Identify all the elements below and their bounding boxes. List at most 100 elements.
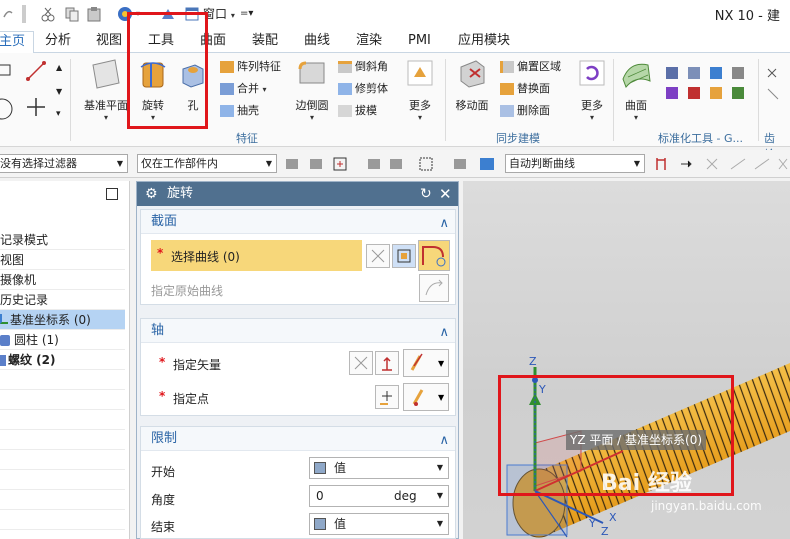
scroll-down-icon[interactable]: ▼ — [56, 87, 62, 96]
draft-label: 拔模 — [355, 104, 377, 117]
surface-button[interactable]: 曲面 ▾ — [618, 57, 654, 122]
point-dialog-button[interactable] — [375, 385, 399, 409]
nav-item-thread[interactable]: 螺纹 (2) — [0, 350, 125, 370]
paste-icon[interactable] — [86, 5, 102, 23]
curve-rule-select[interactable]: 自动判断曲线 ▼ — [505, 154, 645, 173]
draft-button[interactable]: 拔模 — [338, 101, 377, 121]
axis-z-label: Z — [601, 525, 609, 538]
tab-home[interactable]: 主页 — [0, 31, 34, 53]
dialog-title-bar[interactable]: ⚙ 旋转 ↻ ✕ — [137, 182, 458, 206]
shell-label: 抽壳 — [237, 104, 259, 117]
section-limits-title: 限制 — [151, 431, 178, 446]
reverse-direction-button[interactable] — [349, 351, 373, 375]
graphics-window[interactable]: Z Y X Y Z YZ 平面 / 基准坐标系(0) Bai 经验 jingya… — [463, 181, 790, 539]
line-icon[interactable] — [26, 61, 46, 81]
tab-render[interactable]: 渲染 — [356, 31, 382, 53]
copy-icon[interactable] — [64, 5, 80, 23]
snap-point-toolbar[interactable] — [284, 156, 498, 172]
curve-options-toolbar[interactable] — [655, 156, 790, 172]
collapse-icon[interactable]: ∧ — [439, 429, 449, 453]
axis-y-label: Y — [589, 517, 596, 530]
datum-csys-icon — [0, 314, 8, 324]
nav-item-label: 视图 — [0, 253, 25, 267]
datum-plane-button[interactable]: 基准平面 ▾ — [80, 57, 132, 122]
collapse-icon[interactable]: ∧ — [439, 212, 449, 236]
nav-item-cylinder[interactable]: 圆柱 (1) — [0, 330, 125, 350]
circle-icon[interactable] — [0, 97, 14, 121]
pattern-feature-button[interactable]: 阵列特征 — [220, 57, 281, 77]
chamfer-button[interactable]: 倒斜角 — [338, 57, 388, 77]
point-icon[interactable] — [26, 97, 46, 117]
edge-blend-button[interactable]: 边倒圆 ▾ — [290, 57, 334, 122]
section-axis-header[interactable]: 轴 ∧ — [141, 319, 455, 343]
trim-body-button[interactable]: 修剪体 — [338, 79, 388, 99]
tab-curve[interactable]: 曲线 — [304, 31, 330, 53]
revolve-highlight-box — [127, 12, 208, 129]
collapse-icon[interactable]: ∧ — [439, 321, 449, 345]
nav-item-record-mode[interactable]: 记录模式 — [0, 230, 125, 250]
specify-origin-curve-label: 指定原始曲线 — [151, 284, 224, 298]
scroll-up-icon[interactable]: ▲ — [56, 63, 62, 72]
rectangle-icon[interactable] — [0, 63, 12, 77]
tab-assembly[interactable]: 装配 — [252, 31, 278, 53]
nav-item-datum-csys[interactable]: 基准坐标系 (0) — [0, 310, 125, 330]
chevron-down-icon: ▼ — [436, 463, 443, 472]
nav-empty-row — [0, 390, 125, 410]
chevron-down-icon: ▼ — [633, 159, 640, 168]
more-sync-icon — [577, 57, 607, 91]
delete-face-button[interactable]: 删除面 — [500, 101, 550, 121]
vector-dialog-button[interactable] — [375, 351, 399, 375]
curve-rule-value: 自动判断曲线 — [509, 157, 575, 170]
select-curve-row[interactable]: * 选择曲线 (0) — [151, 240, 362, 271]
nav-item-view[interactable]: 视图 — [0, 250, 125, 270]
specify-point-label: 指定点 — [173, 392, 210, 406]
datum-plane-icon — [89, 57, 123, 91]
sketch-section-button[interactable] — [392, 244, 416, 268]
more-feature-button[interactable]: 更多 ▾ — [400, 57, 440, 122]
curve-icon-button[interactable] — [418, 240, 450, 271]
origin-curve-button[interactable] — [419, 274, 449, 302]
unite-button[interactable]: 合并 ▾ — [220, 79, 267, 99]
customize-qat-icon[interactable]: =▾ — [240, 5, 253, 23]
expand-gallery-icon[interactable]: ▾ — [56, 109, 61, 119]
replace-face-label: 替换面 — [517, 82, 550, 95]
close-icon[interactable]: ✕ — [439, 182, 452, 206]
type-filter-select[interactable]: 没有选择过滤器 ▼ — [0, 154, 128, 173]
trim-body-label: 修剪体 — [355, 82, 388, 95]
start-option-select[interactable]: 值 ▼ — [309, 457, 449, 479]
app-title: NX 10 - 建 — [714, 9, 780, 24]
svg-text:▼: ▼ — [438, 359, 445, 368]
tab-applications[interactable]: 应用模块 — [458, 31, 510, 53]
gear-tools-gallery[interactable] — [764, 63, 790, 123]
edge-blend-icon — [296, 57, 328, 91]
tab-pmi[interactable]: PMI — [408, 31, 431, 53]
ribbon-tab-bar: 主页 分析 视图 工具 曲面 装配 曲线 渲染 PMI 应用模块 — [0, 28, 790, 53]
nav-item-camera[interactable]: 摄像机 — [0, 270, 125, 290]
ribbon-separator — [70, 59, 71, 141]
vector-type-select[interactable]: ▼ — [403, 349, 449, 377]
maximize-icon[interactable] — [106, 188, 118, 200]
section-limits-header[interactable]: 限制 ∧ — [141, 427, 455, 451]
surface-label: 曲面 — [625, 99, 647, 112]
offset-region-button[interactable]: 偏置区域 — [500, 57, 561, 77]
chevron-down-icon[interactable]: ▼ — [437, 486, 443, 506]
shell-button[interactable]: 抽壳 — [220, 101, 259, 121]
tab-view[interactable]: 视图 — [96, 31, 122, 53]
more-sync-button[interactable]: 更多 ▾ — [574, 57, 610, 122]
point-type-select[interactable]: ▼ — [403, 383, 449, 411]
reset-icon[interactable]: ↻ — [420, 182, 432, 206]
end-option-select[interactable]: 值 ▼ — [309, 513, 449, 535]
specify-vector-label: 指定矢量 — [173, 358, 222, 372]
replace-face-button[interactable]: 替换面 — [500, 79, 550, 99]
move-face-button[interactable]: 移动面 — [450, 57, 494, 113]
redo-icon[interactable] — [2, 5, 14, 23]
tab-analysis[interactable]: 分析 — [45, 31, 71, 53]
cut-icon[interactable] — [40, 5, 56, 23]
selection-scope-select[interactable]: 仅在工作部件内 ▼ — [137, 154, 277, 173]
delete-face-icon — [500, 105, 514, 117]
standard-tools-gallery[interactable] — [664, 63, 754, 123]
nav-item-history[interactable]: 历史记录 — [0, 290, 125, 310]
angle-input[interactable]: 0 deg ▼ — [309, 485, 449, 507]
section-profile-header[interactable]: 截面 ∧ — [141, 210, 455, 234]
curve-rule-button[interactable] — [366, 244, 390, 268]
